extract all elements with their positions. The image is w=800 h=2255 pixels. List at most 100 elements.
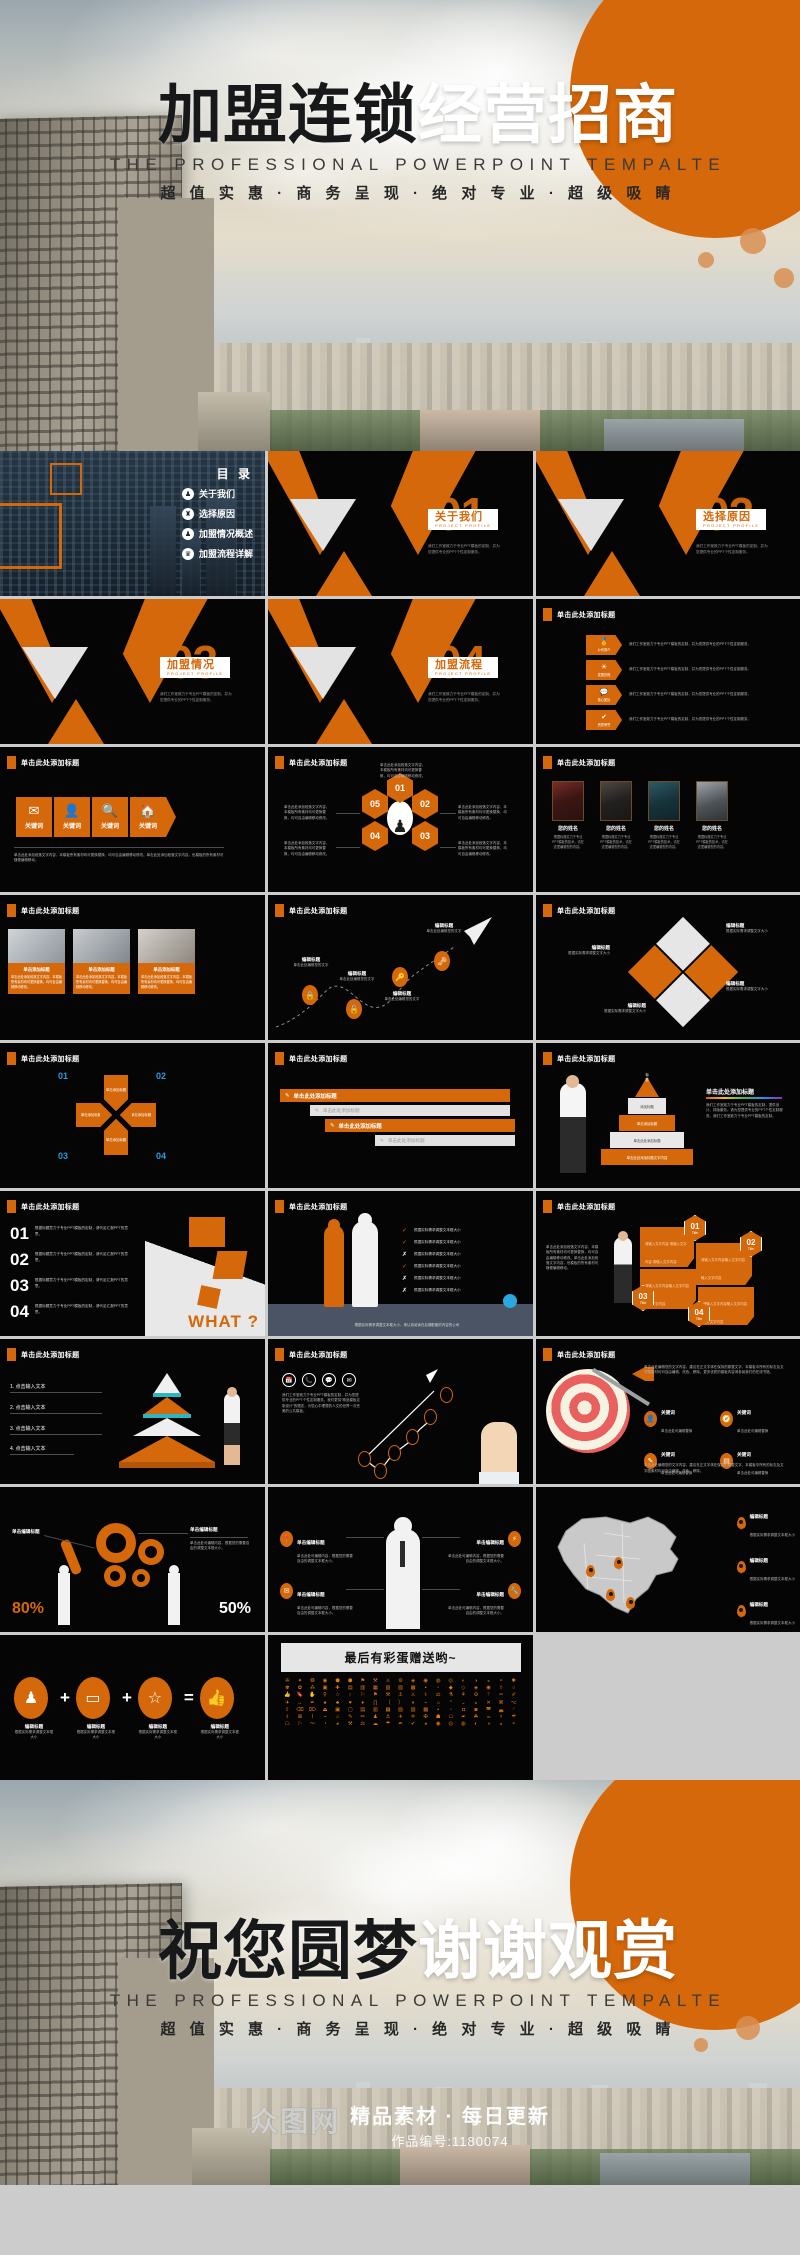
library-icon[interactable]: ◔ [319, 1722, 331, 1727]
key2-icon[interactable]: 🗝 [434, 951, 450, 971]
library-icon[interactable]: ▨ [395, 1685, 407, 1691]
library-icon[interactable]: ◐ [470, 1722, 482, 1727]
library-icon[interactable]: ✿ [294, 1685, 306, 1691]
library-icon[interactable]: ☗ [432, 1714, 444, 1720]
library-icon[interactable]: ◉ [483, 1685, 495, 1691]
library-icon[interactable]: ◍ [432, 1678, 444, 1684]
map-pin-icon[interactable] [626, 1597, 635, 1609]
target-item[interactable]: 🧭 关键词 单击此处可编辑替换 [720, 1401, 788, 1437]
hex-cell-03[interactable]: 03 [412, 821, 438, 851]
map-legend-item[interactable]: 编辑标题 根据实际需求调整文本框大小 [736, 1505, 795, 1541]
hex-cell-02[interactable]: 02 [412, 789, 438, 819]
library-icon[interactable]: ▣ [332, 1707, 344, 1713]
library-icon[interactable]: ⌅ [470, 1700, 482, 1706]
library-icon[interactable]: ⌁ [420, 1700, 432, 1706]
library-icon[interactable]: ☔ [508, 1714, 520, 1720]
library-icon[interactable]: ◘ [458, 1707, 470, 1713]
library-icon[interactable]: ♦ [357, 1700, 369, 1706]
library-icon[interactable]: ✏ [357, 1714, 369, 1720]
library-icon[interactable]: ◕ [332, 1722, 344, 1727]
slide-section-03[interactable]: 03 加盟情况 PROJECT PROFILE 我们工作室致力于专业PPT模板的… [0, 599, 265, 744]
map-pin-icon[interactable] [586, 1565, 595, 1577]
numbered-item[interactable]: 04 根据标题意力于专业PPT模板的定制，请代足汇报PPT的意思。 [10, 1303, 131, 1320]
library-icon[interactable]: ✒ [307, 1700, 319, 1706]
library-icon[interactable]: 〜 [307, 1722, 319, 1727]
team-member[interactable]: 您的姓名 根据标题意力于专业PPT模板的技术，请在这里编辑您的内容。 [600, 781, 632, 850]
library-icon[interactable]: ⌂ [432, 1700, 444, 1706]
library-icon[interactable]: ⚔ [407, 1693, 419, 1698]
slide-table-of-contents[interactable]: 目 录 ♟ 关于我们 ♜ 选择原因 ♟ 加盟情况概述 ♛ 加盟流程详解 [0, 451, 265, 596]
slide-section-02[interactable]: 02 选择原因 PROJECT PROFILE 我们工作室致力于专业PPT模板的… [536, 451, 800, 596]
library-icon[interactable]: ⇧ [282, 1707, 294, 1713]
library-icon[interactable]: ☂ [382, 1722, 394, 1727]
library-icon[interactable]: 🔖 [294, 1693, 306, 1698]
bar-row-grey[interactable]: ✎ 单击此处添加标题 [310, 1105, 510, 1116]
equation-term-2[interactable]: ▭ 编辑标题 根据实际需求调整文本框大小 [75, 1677, 116, 1741]
keyword-card[interactable]: 🔍 关键词 [92, 797, 128, 837]
library-icon[interactable]: ▧ [395, 1707, 407, 1713]
trend-node[interactable] [406, 1429, 419, 1445]
library-icon[interactable]: ⁂ [307, 1685, 319, 1691]
library-icon[interactable]: ◓ [508, 1722, 520, 1727]
library-icon[interactable]: ◍ [458, 1722, 470, 1727]
feature-left-top[interactable]: 📍 单击编辑标题 单击此处可编辑内容，根据您的需要自由的调整文本框大小。 [280, 1531, 353, 1567]
trend-node[interactable] [358, 1451, 371, 1467]
library-icon[interactable]: ⚑ [357, 1678, 369, 1684]
library-icon[interactable]: 〕 [395, 1700, 407, 1706]
library-icon[interactable]: ☓ [495, 1714, 507, 1720]
library-icon[interactable]: ⚒ [344, 1722, 356, 1727]
library-icon[interactable]: ▩ [420, 1707, 432, 1713]
bar-row-orange[interactable]: ✎ 单击此处添加标题 [325, 1119, 515, 1132]
library-icon[interactable]: ♣ [332, 1700, 344, 1706]
library-icon[interactable]: ⚓ [382, 1714, 394, 1720]
library-icon[interactable]: ▤ [357, 1707, 369, 1713]
photo-card[interactable]: 单击添加标题 单击此处添加段落文字内容，本模板所有素材均可更换替换，均可自由编辑… [73, 929, 130, 994]
slide-section-04[interactable]: 04 加盟流程 PROJECT PROFILE 我们工作室致力于专业PPT模板的… [268, 599, 533, 744]
library-icon[interactable]: ✂ [495, 1693, 507, 1698]
library-icon[interactable]: ⚖ [432, 1693, 444, 1698]
team-member[interactable]: 您的姓名 根据标题意力于专业PPT模板的技术，请在这里编辑您的内容。 [552, 781, 584, 850]
trend-node[interactable] [388, 1445, 401, 1461]
library-icon[interactable]: ⚕ [282, 1714, 294, 1720]
keyword-card[interactable]: 👤 关键词 [54, 797, 90, 837]
library-icon[interactable]: ⌂ [332, 1714, 344, 1720]
slide-puzzle[interactable]: 单击此处添加标题 编辑标题 根据实际需求调整文字大小 编辑标题 根据实际需求调整… [536, 895, 800, 1040]
slide-trend-line[interactable]: 单击此处添加标题 📅 📞 💬 ✉ 我们工作室致力于专业PPT模板的定制，并为您提… [268, 1339, 533, 1484]
photo-card[interactable]: 单击添加标题 单击此处添加段落文字内容，本模板所有素材均可更换替换，均可自由编辑… [138, 929, 195, 994]
slide-growth-path[interactable]: 单击此处添加标题 🔒 🔓 🔑 🗝 编辑标题 单击此处编辑您的文字 编辑标题 单击… [268, 895, 533, 1040]
library-icon[interactable]: ⌘ [495, 1700, 507, 1706]
equation-term-1[interactable]: ♟ 编辑标题 根据实际需求调整文本框大小 [14, 1677, 54, 1741]
library-icon[interactable]: ◙ [470, 1707, 482, 1713]
hex-cell-04[interactable]: 04 [362, 821, 388, 851]
library-icon[interactable]: ☘ [470, 1714, 482, 1720]
toc-item-1[interactable]: ♟ 关于我们 [181, 487, 235, 500]
library-icon[interactable]: ⬟ [332, 1678, 344, 1684]
target-item[interactable]: 👤 关键词 单击此处可编辑替换 [644, 1401, 712, 1437]
library-icon[interactable]: 👍 [282, 1693, 294, 1698]
slide-numbered-what[interactable]: 单击此处添加标题 01 根据标题意力于专业PPT模板的定制，请代足汇报PPT的意… [0, 1191, 265, 1336]
pyramid-level-2[interactable]: 添加标题 [628, 1098, 666, 1114]
slide-person-features[interactable]: 📍 单击编辑标题 单击此处可编辑内容，根据您的需要自由的调整文本框大小。 ✉ 单击… [268, 1487, 533, 1632]
library-icon[interactable]: ⚐ [294, 1722, 306, 1727]
library-icon[interactable]: ⚓ [395, 1693, 407, 1698]
library-icon[interactable]: ⌇ [307, 1714, 319, 1720]
library-icon[interactable]: ⏏ [319, 1707, 331, 1713]
bar-row-grey[interactable]: ✎ 单击此处添加标题 [375, 1135, 515, 1146]
library-icon[interactable]: ⚲ [319, 1693, 331, 1698]
slide-pyramid-3d[interactable]: 单击此处添加标题 1. 点击输入文本 2. 点击输入文本 3. 点击输入文本 4… [0, 1339, 265, 1484]
library-icon[interactable]: ▫ [445, 1707, 457, 1713]
library-icon[interactable]: ⚒ [370, 1678, 382, 1684]
slide-keywords[interactable]: 单击此处添加标题 ✉ 关键词 👤 关键词 🔍 关键词 🏠 关键词 单击此处添加段… [0, 747, 265, 892]
library-icon[interactable]: ◎ [445, 1678, 457, 1684]
library-icon[interactable]: ↔ [294, 1700, 306, 1706]
library-icon[interactable]: ◇ [458, 1685, 470, 1691]
hex-cell-05[interactable]: 05 [362, 789, 388, 819]
library-icon[interactable]: ⊠ [294, 1714, 306, 1720]
slide-target[interactable]: 单击此处添加标题 单击此处编辑您的文字内容，建议在正文字体在保持的原整文字，本模… [536, 1339, 800, 1484]
slide-cross-diagram[interactable]: 单击此处添加标题 单击添加标题 单击添加标题 单击添加标题 单击添加标题 01 … [0, 1043, 265, 1188]
trend-node[interactable] [440, 1387, 453, 1403]
trend-node[interactable] [374, 1463, 387, 1479]
library-icon[interactable]: ✾ [282, 1685, 294, 1691]
library-icon[interactable]: ▥ [370, 1707, 382, 1713]
slide-people-checklist[interactable]: 单击此处添加标题 ✓ 根据实际需求调整文本框大小 ✓ 根据实际需求调整文本框大小 ✗… [268, 1191, 533, 1336]
